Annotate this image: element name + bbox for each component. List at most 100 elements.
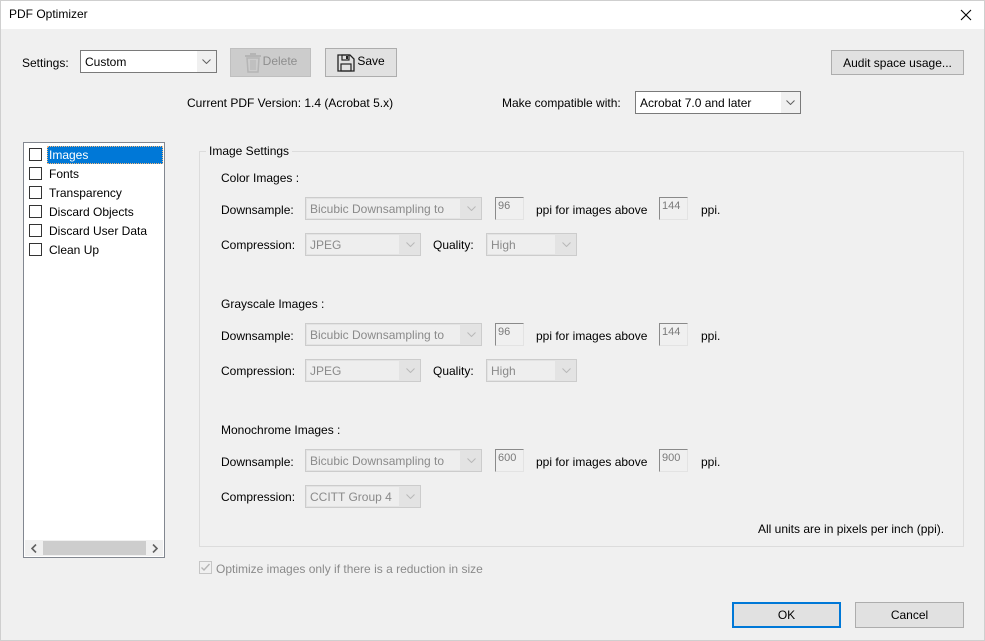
- checkbox-discard-objects[interactable]: [29, 205, 42, 218]
- color-quality-value: High: [488, 235, 555, 254]
- chevron-down-icon: [400, 360, 420, 381]
- ok-label: OK: [777, 608, 796, 622]
- make-compatible-dropdown[interactable]: Acrobat 7.0 and later: [635, 91, 801, 114]
- floppy-disk-icon: [337, 53, 355, 72]
- grayscale-ppi-input[interactable]: 96: [495, 323, 524, 346]
- scrollbar-thumb[interactable]: [43, 541, 146, 555]
- grayscale-quality-dropdown[interactable]: High: [486, 359, 577, 382]
- chevron-down-icon: [196, 51, 216, 72]
- checkbox-discard-user-data[interactable]: [29, 224, 42, 237]
- color-compression-value: JPEG: [307, 235, 399, 254]
- delete-label: Delete: [262, 53, 298, 68]
- chevron-down-icon: [400, 234, 420, 255]
- monochrome-downsample-label: Downsample:: [221, 455, 294, 469]
- settings-dropdown[interactable]: Custom: [80, 50, 217, 73]
- color-compression-dropdown[interactable]: JPEG: [305, 233, 421, 256]
- settings-value: Custom: [85, 54, 127, 69]
- color-quality-label: Quality:: [433, 238, 474, 252]
- cancel-button[interactable]: Cancel: [855, 602, 964, 628]
- chevron-down-icon: [556, 360, 576, 381]
- color-compression-label: Compression:: [221, 238, 296, 252]
- horizontal-scrollbar[interactable]: [25, 540, 163, 556]
- close-icon: [960, 9, 972, 21]
- grayscale-quality-value: High: [488, 361, 555, 380]
- list-item-fonts[interactable]: Fonts: [26, 164, 163, 183]
- color-images-heading: Color Images :: [221, 171, 300, 185]
- grayscale-above-ppi-input[interactable]: 144: [659, 323, 688, 346]
- ok-button[interactable]: OK: [732, 602, 841, 628]
- category-list[interactable]: Images Fonts Transparency Discard Object…: [23, 142, 165, 558]
- title-bar: PDF Optimizer: [1, 1, 984, 29]
- chevron-down-icon: [461, 324, 481, 345]
- color-quality-dropdown[interactable]: High: [486, 233, 577, 256]
- monochrome-compression-label: Compression:: [221, 490, 296, 504]
- save-label: Save: [357, 53, 385, 68]
- settings-label: Settings:: [22, 56, 69, 70]
- grayscale-downsample-value: Bicubic Downsampling to: [307, 325, 460, 344]
- grayscale-ppi-unit: ppi.: [701, 329, 721, 343]
- window-title: PDF Optimizer: [9, 7, 88, 21]
- monochrome-downsample-dropdown[interactable]: Bicubic Downsampling to: [305, 449, 482, 472]
- audit-space-usage-button[interactable]: Audit space usage...: [831, 50, 964, 75]
- checkmark-icon: [201, 563, 211, 572]
- make-compatible-label: Make compatible with:: [502, 96, 621, 110]
- compat-value: Acrobat 7.0 and later: [640, 95, 752, 110]
- grayscale-ppi-above-label: ppi for images above: [536, 329, 648, 343]
- units-note: All units are in pixels per inch (ppi).: [758, 522, 945, 536]
- monochrome-above-ppi-input[interactable]: 900: [659, 449, 688, 472]
- color-ppi-input[interactable]: 96: [495, 197, 524, 220]
- monochrome-ppi-input[interactable]: 600: [495, 449, 524, 472]
- grayscale-compression-value: JPEG: [307, 361, 399, 380]
- monochrome-compression-value: CCITT Group 4: [307, 487, 399, 506]
- grayscale-downsample-label: Downsample:: [221, 329, 294, 343]
- close-button[interactable]: [954, 3, 978, 27]
- current-pdf-version: Current PDF Version: 1.4 (Acrobat 5.x): [187, 96, 394, 110]
- save-button[interactable]: Save: [325, 48, 397, 77]
- list-item-label: Transparency: [49, 185, 122, 200]
- grayscale-compression-dropdown[interactable]: JPEG: [305, 359, 421, 382]
- delete-button[interactable]: Delete: [230, 48, 311, 77]
- grayscale-quality-label: Quality:: [433, 364, 474, 378]
- scroll-left-icon[interactable]: [25, 540, 42, 556]
- chevron-down-icon: [461, 198, 481, 219]
- monochrome-compression-dropdown[interactable]: CCITT Group 4: [305, 485, 421, 508]
- pdf-optimizer-dialog: PDF Optimizer Settings: Custom Delete Sa…: [0, 0, 985, 641]
- color-downsample-label: Downsample:: [221, 203, 294, 217]
- optimize-only-checkbox[interactable]: [199, 561, 212, 574]
- color-ppi-unit: ppi.: [701, 203, 721, 217]
- monochrome-ppi-above-label: ppi for images above: [536, 455, 648, 469]
- scroll-right-icon[interactable]: [146, 540, 163, 556]
- grayscale-compression-label: Compression:: [221, 364, 296, 378]
- checkbox-transparency[interactable]: [29, 186, 42, 199]
- checkbox-fonts[interactable]: [29, 167, 42, 180]
- list-item-label: Discard User Data: [49, 223, 148, 238]
- monochrome-downsample-value: Bicubic Downsampling to: [307, 451, 460, 470]
- list-item-label: Fonts: [49, 166, 80, 181]
- chevron-down-icon: [780, 92, 800, 113]
- grayscale-images-heading: Grayscale Images :: [221, 297, 325, 311]
- checkbox-clean-up[interactable]: [29, 243, 42, 256]
- cancel-label: Cancel: [890, 608, 929, 622]
- optimize-only-label: Optimize images only if there is a reduc…: [216, 562, 483, 576]
- image-settings-title: Image Settings: [206, 144, 293, 158]
- chevron-down-icon: [400, 486, 420, 507]
- trash-icon: [244, 52, 261, 73]
- color-above-ppi-input[interactable]: 144: [659, 197, 688, 220]
- grayscale-downsample-dropdown[interactable]: Bicubic Downsampling to: [305, 323, 482, 346]
- list-item-discard-objects[interactable]: Discard Objects: [26, 202, 163, 221]
- list-item-images[interactable]: Images: [26, 145, 163, 164]
- checkbox-images[interactable]: [29, 148, 42, 161]
- color-downsample-value: Bicubic Downsampling to: [307, 199, 460, 218]
- chevron-down-icon: [556, 234, 576, 255]
- list-item-clean-up[interactable]: Clean Up: [26, 240, 163, 259]
- chevron-down-icon: [461, 450, 481, 471]
- list-item-transparency[interactable]: Transparency: [26, 183, 163, 202]
- color-ppi-above-label: ppi for images above: [536, 203, 648, 217]
- list-item-label: Clean Up: [49, 242, 100, 257]
- monochrome-images-heading: Monochrome Images :: [221, 423, 341, 437]
- list-item-discard-user-data[interactable]: Discard User Data: [26, 221, 163, 240]
- monochrome-ppi-unit: ppi.: [701, 455, 721, 469]
- audit-label: Audit space usage...: [843, 55, 952, 70]
- list-item-label: Images: [47, 145, 163, 164]
- color-downsample-dropdown[interactable]: Bicubic Downsampling to: [305, 197, 482, 220]
